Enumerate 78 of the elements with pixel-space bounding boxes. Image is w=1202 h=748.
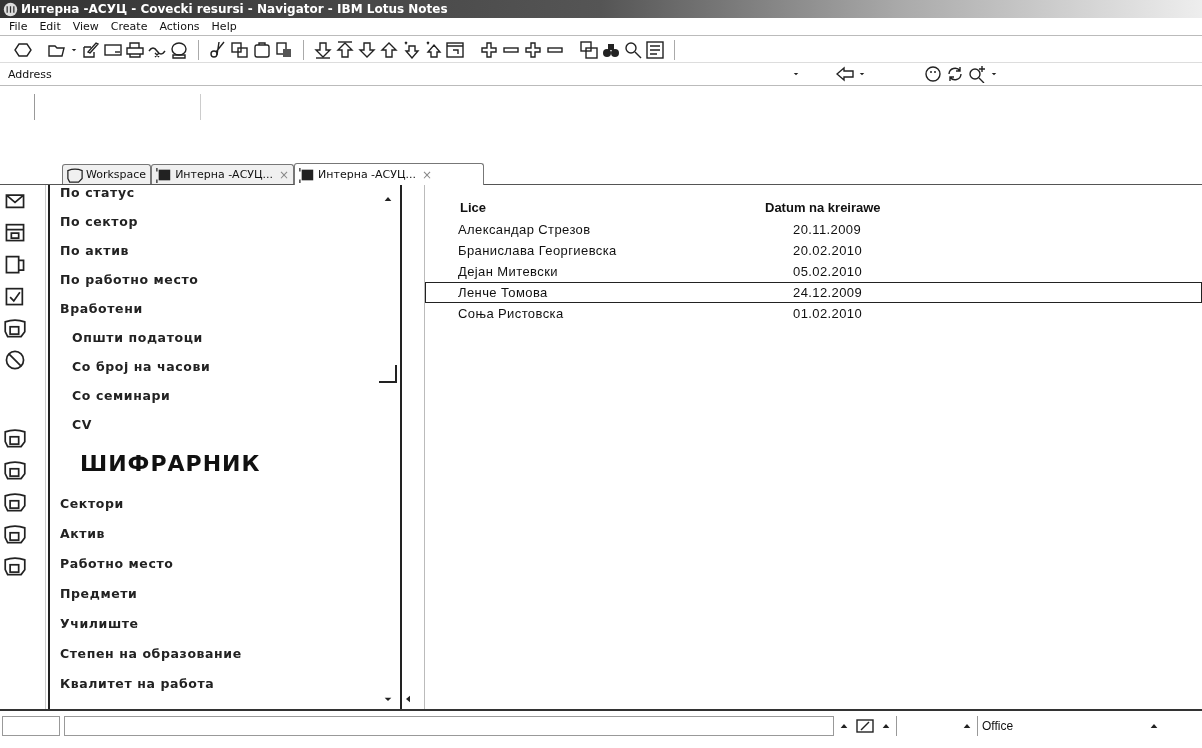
table-cell-text: 01.02.2010 (792, 306, 863, 321)
window-title: Интерна -АСУЦ - Covecki resursi - Navigator - IBM Lotus Notes (21, 2, 448, 16)
pencil-icon[interactable] (82, 41, 100, 59)
navigator-item[interactable]: По статус (60, 185, 376, 207)
arrow-down-icon[interactable] (402, 41, 420, 59)
address-label: Address (8, 67, 53, 81)
table-row[interactable]: Дејан Митевски 05.02.2010 (425, 261, 1202, 282)
menu-item[interactable]: View (66, 20, 105, 33)
tab[interactable]: Интерна -АСУЦ... × (294, 163, 485, 185)
close-button[interactable]: × (422, 167, 433, 182)
navigator-item[interactable]: Со семинари (60, 381, 376, 410)
arrow-down-icon[interactable] (314, 41, 332, 59)
navigator-item[interactable]: Вработени (60, 294, 376, 323)
table-cell-text: 05.02.2010 (792, 264, 863, 279)
workspace-icon (67, 166, 83, 183)
checklist-icon[interactable] (4, 285, 26, 307)
section-heading: ШИФРАРНИК (79, 450, 262, 478)
navigator-item[interactable]: Со број на часови (60, 352, 376, 381)
smiley-icon[interactable] (924, 65, 942, 83)
table-row[interactable]: Соња Ристовска 01.02.2010 (425, 303, 1202, 324)
table-cell-text: 20.02.2010 (792, 243, 863, 258)
table-row[interactable]: Александар Стрезов 20.11.2009 (425, 219, 1202, 240)
back-icon[interactable] (836, 65, 854, 83)
table-cell-text: Александар Стрезов (458, 222, 592, 237)
window-icon[interactable] (446, 41, 464, 59)
location-selector[interactable]: Office (977, 716, 1164, 736)
expand-icon[interactable] (524, 41, 542, 59)
monitor-icon[interactable] (104, 41, 122, 59)
navigator-item[interactable]: Општи податоци (60, 323, 376, 352)
navigator-item[interactable]: По сектор (60, 207, 376, 236)
binoculars-icon[interactable] (602, 41, 620, 59)
table-cell-text: Ленче Томова (458, 285, 549, 300)
scissors-icon[interactable] (209, 41, 227, 59)
zoom-in-icon[interactable] (968, 65, 986, 83)
search-icon[interactable] (624, 41, 642, 59)
navigator-item[interactable]: Училиште (60, 609, 376, 639)
arrow-up-icon[interactable] (336, 41, 354, 59)
column-header[interactable]: Lice (460, 199, 765, 215)
arrow-up-icon[interactable] (380, 41, 398, 59)
copy-icon[interactable] (231, 41, 249, 59)
arrow-down-icon[interactable] (358, 41, 376, 59)
table-cell-text: Бранислава Георгиевска (458, 243, 618, 258)
navigator-item[interactable]: По актив (60, 236, 376, 265)
table-row[interactable]: Ленче Томова 24.12.2009 (425, 282, 1202, 303)
windows-icon[interactable] (580, 41, 598, 59)
app-icon (3, 1, 18, 17)
menu-item[interactable]: File (3, 20, 34, 33)
navigator-item[interactable]: Сектори (60, 489, 376, 519)
table-row[interactable]: Бранислава Георгиевска 20.02.2010 (425, 240, 1202, 261)
expand-icon[interactable] (480, 41, 498, 59)
table-cell-text: 20.11.2009 (792, 222, 862, 237)
navigator-item[interactable]: Степен на образование (60, 639, 376, 669)
table-cell-text: Соња Ристовска (458, 306, 565, 321)
menu-item[interactable]: Help (205, 20, 243, 33)
paste-icon[interactable] (275, 41, 293, 59)
signature-icon[interactable] (854, 717, 876, 735)
arrow-up-icon[interactable] (424, 41, 442, 59)
printer-icon[interactable] (126, 41, 144, 59)
navigator-item[interactable]: CV (60, 410, 376, 439)
menu-item[interactable]: Create (104, 20, 154, 33)
navigator-item[interactable]: Актив (60, 519, 376, 549)
menu-item[interactable]: Actions (153, 20, 206, 33)
navigator-item[interactable]: Работно место (60, 549, 376, 579)
column-header[interactable]: Datum na kreirawe (765, 199, 881, 215)
tab[interactable]: Интерна -АСУЦ... × (151, 164, 295, 184)
refresh-icon[interactable] (946, 65, 964, 83)
scroll-thumb[interactable] (379, 365, 397, 383)
navigator-item[interactable]: По работно место (60, 265, 376, 294)
navigator-item[interactable]: Квалитет на работа (60, 669, 376, 699)
table-cell-text: Дејан Митевски (458, 264, 559, 279)
hexagon-icon[interactable] (14, 41, 32, 59)
navigator-item[interactable]: Предмети (60, 579, 376, 609)
blocked-icon[interactable] (4, 349, 26, 371)
clipboard-icon[interactable] (253, 41, 271, 59)
list-icon[interactable] (646, 41, 664, 59)
tab[interactable]: Workspace (62, 164, 152, 184)
menu-item[interactable]: Edit (33, 20, 67, 33)
table-cell-text: 24.12.2009 (792, 285, 863, 300)
